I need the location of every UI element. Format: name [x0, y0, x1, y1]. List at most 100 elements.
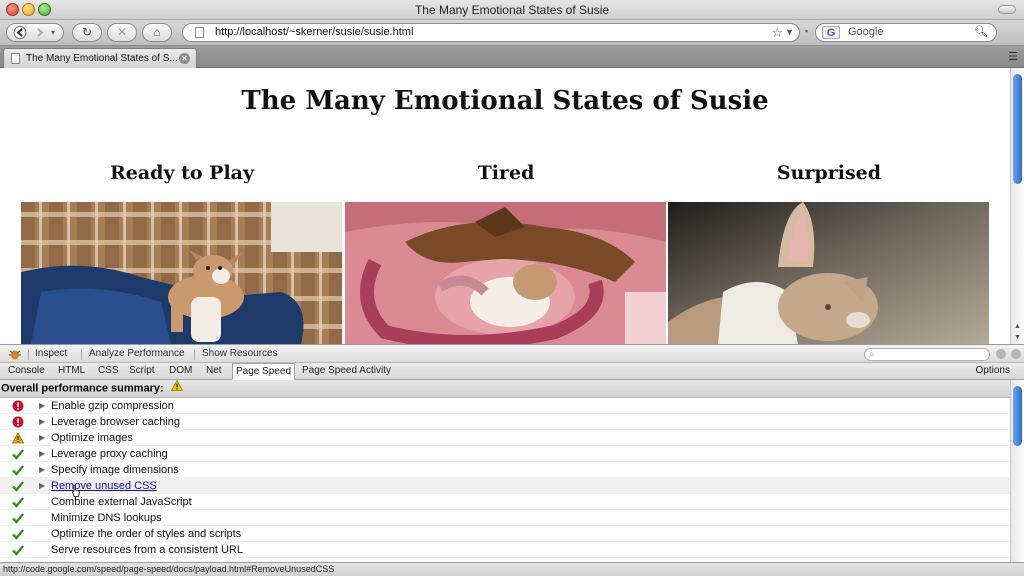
detach-firebug-icon[interactable] — [996, 349, 1006, 359]
scroll-down-icon[interactable]: ▼ — [1014, 334, 1021, 341]
expand-arrow-icon[interactable]: ▶ — [39, 446, 45, 462]
navigation-toolbar: ▾ ↻ ✕ ⌂ http://localhost/~skerner/susie/… — [0, 20, 1024, 46]
tab-label: The Many Emotional States of S... — [26, 53, 178, 64]
reload-button[interactable]: ↻ — [72, 23, 102, 42]
scroll-up-icon[interactable]: ▲ — [1014, 323, 1021, 330]
pass-status-icon — [12, 512, 24, 524]
firebug-toolbar: Inspect Analyze Performance Show Resourc… — [0, 344, 1024, 363]
pass-status-icon — [12, 480, 24, 492]
column-heading-ready-to-play: Ready to Play — [109, 162, 255, 184]
rule-label: Optimize images — [51, 432, 133, 444]
pass-status-icon — [12, 544, 24, 556]
page-scrollbar[interactable]: ▲ ▼ — [1010, 68, 1024, 344]
status-url: http://code.google.com/speed/page-speed/… — [3, 564, 335, 574]
search-placeholder: Google — [848, 26, 884, 38]
firebug-search-input[interactable]: ⌕ — [864, 348, 990, 361]
page-scroll-thumb[interactable] — [1013, 74, 1022, 184]
home-icon: ⌂ — [153, 25, 161, 39]
pass-status-icon — [12, 496, 24, 508]
status-bar: http://code.google.com/speed/page-speed/… — [0, 562, 1024, 576]
rule-label: Leverage proxy caching — [51, 448, 168, 460]
search-icon[interactable]: 🔍︎ — [974, 24, 988, 41]
document-icon — [11, 53, 20, 64]
url-text: http://localhost/~skerner/susie/susie.ht… — [215, 26, 414, 38]
firebug-panel-tabs: Console HTML CSS Script DOM Net Page Spe… — [0, 363, 1024, 380]
tab-console[interactable]: Console — [5, 363, 48, 380]
search-icon: ⌕ — [869, 349, 875, 360]
back-forward-group: ▾ — [6, 23, 64, 42]
page-speed-results: Overall performance summary: ▶ Enable gzi… — [0, 380, 1010, 562]
tab-susie[interactable]: The Many Emotional States of S... ✕ — [3, 48, 197, 68]
tab-script[interactable]: Script — [126, 363, 158, 380]
close-firebug-icon[interactable] — [1011, 349, 1021, 359]
photo-tired — [345, 202, 666, 344]
rule-row[interactable]: Combine external JavaScript — [0, 494, 1010, 510]
inspect-button[interactable]: Inspect — [35, 345, 67, 363]
rule-row[interactable]: ▶ Optimize images — [0, 430, 1010, 446]
rule-row[interactable]: ▶ Leverage browser caching — [0, 414, 1010, 430]
page-title: The Many Emotional States of Susie — [241, 86, 769, 116]
home-button[interactable]: ⌂ — [142, 23, 172, 42]
window-titlebar: The Many Emotional States of Susie — [0, 0, 1024, 20]
page-icon — [195, 27, 204, 38]
tab-dom[interactable]: DOM — [166, 363, 195, 380]
rule-row[interactable]: ▶ Specify image dimensions — [0, 462, 1010, 478]
stop-button[interactable]: ✕ — [107, 23, 137, 42]
column-heading-tired: Tired — [477, 162, 535, 184]
firebug-icon[interactable] — [8, 348, 22, 360]
warning-status-icon — [11, 432, 25, 444]
rule-row[interactable]: ▶ Remove unused CSS — [0, 478, 1010, 497]
toolbar-toggle-button[interactable] — [998, 5, 1016, 14]
results-scroll-thumb[interactable] — [1013, 386, 1022, 446]
separator — [81, 349, 82, 360]
rule-label: Minimize DNS lookups — [51, 512, 162, 524]
tab-css[interactable]: CSS — [95, 363, 122, 380]
expand-arrow-icon[interactable]: ▶ — [39, 430, 45, 446]
rule-label: Serve resources from a consistent URL — [51, 544, 243, 556]
expand-arrow-icon[interactable]: ▶ — [39, 462, 45, 478]
pass-status-icon — [12, 464, 24, 476]
rule-label: Specify image dimensions — [51, 464, 179, 476]
separator — [28, 349, 29, 360]
tab-html[interactable]: HTML — [55, 363, 88, 380]
minimize-window-button[interactable] — [22, 3, 35, 16]
show-resources-button[interactable]: Show Resources — [202, 345, 278, 363]
forward-icon[interactable] — [33, 24, 47, 46]
photo-ready-to-play — [21, 202, 342, 344]
bookmark-star-icon[interactable]: ☆ — [771, 24, 783, 41]
expand-arrow-icon[interactable]: ▶ — [39, 414, 45, 430]
error-status-icon — [12, 400, 24, 412]
rule-row[interactable]: Serve resources from a consistent URL — [0, 542, 1010, 558]
zoom-window-button[interactable] — [38, 3, 51, 16]
google-engine-icon[interactable]: G — [822, 26, 840, 39]
options-menu[interactable]: Options — [976, 363, 1010, 379]
rule-row[interactable]: ▶ Enable gzip compression — [0, 398, 1010, 414]
expand-arrow-icon[interactable]: ▶ — [39, 398, 45, 414]
close-tab-icon[interactable]: ✕ — [179, 53, 190, 64]
url-dropdown-icon[interactable]: ▼ — [785, 24, 794, 41]
rule-label: Combine external JavaScript — [51, 496, 192, 508]
tab-page-speed[interactable]: Page Speed — [232, 363, 296, 380]
analyze-performance-button[interactable]: Analyze Performance — [89, 345, 185, 363]
history-dropdown-icon[interactable]: ▾ — [51, 24, 55, 41]
back-icon[interactable] — [13, 24, 27, 46]
tab-list-icon[interactable]: ☰ — [1008, 50, 1018, 63]
rule-label[interactable]: Remove unused CSS — [51, 478, 157, 494]
pass-status-icon — [12, 448, 24, 460]
tab-net[interactable]: Net — [203, 363, 225, 380]
column-heading-surprised: Surprised — [776, 162, 882, 184]
address-bar[interactable]: http://localhost/~skerner/susie/susie.ht… — [182, 23, 800, 42]
expand-arrow-icon[interactable]: ▶ — [39, 478, 45, 494]
tab-page-speed-activity[interactable]: Page Speed Activity — [299, 363, 394, 380]
rule-label: Optimize the order of styles and scripts — [51, 528, 242, 540]
rule-row[interactable]: ▶ Leverage proxy caching — [0, 446, 1010, 462]
rule-label: Enable gzip compression — [51, 400, 174, 412]
rule-row[interactable]: Minimize DNS lookups — [0, 510, 1010, 526]
tab-bar: The Many Emotional States of S... ✕ ☰ — [0, 46, 1024, 68]
page-viewport: The Many Emotional States of Susie Ready… — [0, 68, 1010, 344]
results-scrollbar[interactable] — [1010, 380, 1024, 562]
search-box[interactable]: G Google 🔍︎ — [815, 23, 997, 42]
close-window-button[interactable] — [6, 3, 19, 16]
pass-status-icon — [12, 528, 24, 540]
rule-row[interactable]: Optimize the order of styles and scripts — [0, 526, 1010, 542]
